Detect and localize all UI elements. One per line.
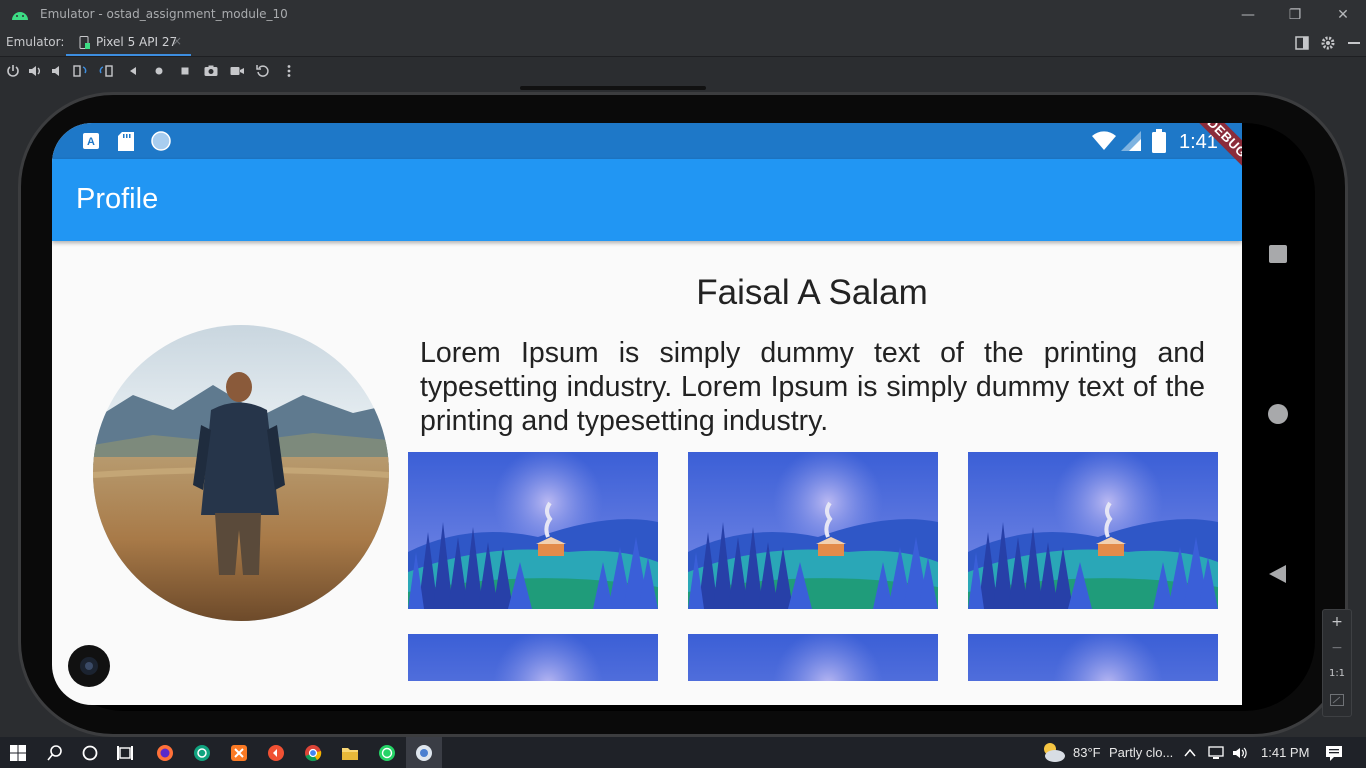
emulator-label: Emulator: [6,35,65,49]
notifications-icon[interactable] [1325,744,1343,762]
task-view-icon[interactable] [116,744,134,762]
window-title: Emulator - ostad_assignment_module_10 [40,7,288,21]
grid-image [408,452,658,609]
git-client-icon[interactable] [267,744,285,762]
profile-name: Faisal A Salam [696,273,928,312]
overview-icon[interactable] [177,63,193,79]
app-bar-title: Profile [76,183,159,215]
zoom-panel: + − 1:1 [1322,609,1352,717]
svg-text:A: A [87,136,95,148]
emulator-tabbar: Emulator: Pixel 5 API 27 × [0,30,1366,57]
screenshot-icon[interactable] [203,63,219,79]
power-icon[interactable] [5,63,21,79]
system-clock[interactable]: 1:41 PM [1261,745,1309,760]
close-button[interactable]: ✕ [1333,5,1353,25]
minimize-button[interactable]: — [1238,5,1258,25]
android-studio-icon[interactable] [415,744,433,762]
phone-screen: A 1:41 Profile DEBUG Faisal A Salam Lore… [52,123,1242,705]
home-side-button[interactable] [1268,404,1288,424]
tab-pixel-5[interactable]: Pixel 5 API 27 × [66,30,191,56]
window-layout-icon[interactable] [1294,35,1310,51]
cortana-icon[interactable] [81,744,99,762]
grid-image [968,634,1218,681]
profile-photo [93,325,389,621]
tab-active-indicator [66,54,191,56]
openai-icon[interactable] [193,744,211,762]
weather-temperature[interactable]: 83°F [1073,745,1101,760]
zoom-in-button[interactable]: + [1323,614,1351,630]
more-icon[interactable] [281,63,297,79]
volume-down-icon[interactable] [49,63,65,79]
rotate-right-icon[interactable] [98,63,114,79]
record-icon[interactable] [229,63,245,79]
zoom-out-button[interactable]: − [1323,640,1351,656]
hide-panel-icon[interactable] [1346,35,1362,51]
android-icon [12,12,28,20]
app-notification-icon: A [83,133,99,149]
profile-avatar [93,325,389,621]
profile-description: Lorem Ipsum is simply dummy text of the … [420,337,1205,437]
xampp-icon[interactable] [230,744,248,762]
back-side-button[interactable] [1268,564,1288,584]
home-icon[interactable] [151,63,167,79]
chrome-icon[interactable] [304,744,322,762]
wifi-icon [1092,131,1116,150]
replay-icon[interactable] [255,63,271,79]
sync-circle-icon [151,131,171,151]
network-icon[interactable] [1207,744,1225,762]
status-bar: A 1:41 [52,123,1242,159]
zoom-fit-icon[interactable] [1330,694,1344,706]
tab-label: Pixel 5 API 27 [96,35,178,49]
back-icon[interactable] [125,63,141,79]
weather-partly-cloudy-icon[interactable] [1040,740,1066,764]
window-titlebar: Emulator - ostad_assignment_module_10 — … [0,0,1366,30]
chevron-up-icon[interactable] [1183,744,1197,762]
rotate-left-icon[interactable] [72,63,88,79]
grid-image [688,634,938,681]
settings-gear-icon[interactable] [1320,35,1336,51]
whatsapp-icon[interactable] [378,744,396,762]
tab-close-icon[interactable]: × [172,34,182,48]
app-bar: Profile [52,159,1242,241]
emulator-toolbar [0,57,1366,84]
windows-taskbar: 83°F Partly clo... 1:41 PM [0,737,1366,768]
search-icon[interactable] [46,744,64,762]
volume-up-icon[interactable] [27,63,43,79]
grid-image [688,452,938,609]
camera-cutout [68,645,110,687]
speaker-icon[interactable] [1231,744,1249,762]
signal-icon [1121,131,1141,151]
grid-image [968,452,1218,609]
weather-description[interactable]: Partly clo... [1109,745,1173,760]
zoom-actual-size-button[interactable]: 1:1 [1323,668,1351,679]
sd-card-icon [118,132,134,151]
grid-image [408,634,658,681]
battery-icon [1152,129,1166,153]
firefox-icon[interactable] [156,744,174,762]
file-explorer-icon[interactable] [341,744,359,762]
device-speaker-slot [520,86,706,90]
restore-button[interactable]: ❐ [1285,5,1305,25]
overview-side-button[interactable] [1268,244,1288,264]
device-icon [79,36,90,49]
windows-start-icon[interactable] [9,744,27,762]
